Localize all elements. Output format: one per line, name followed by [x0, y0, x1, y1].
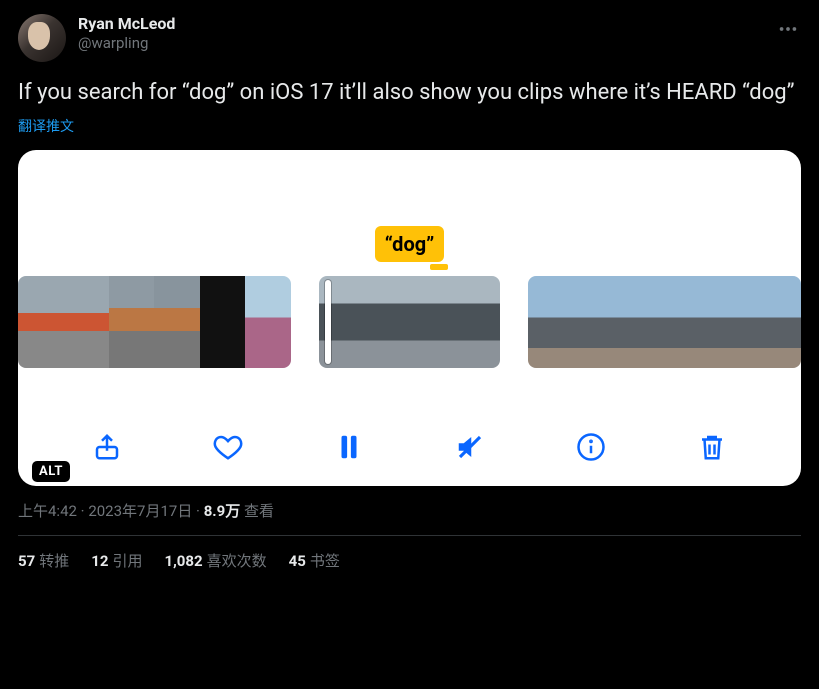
clip-thumb	[364, 276, 409, 368]
clip-thumb	[410, 276, 455, 368]
clip-group[interactable]	[319, 276, 501, 368]
clip-thumb	[574, 276, 619, 368]
translate-link[interactable]: 翻译推文	[18, 116, 74, 136]
pause-button[interactable]	[332, 430, 366, 464]
clip-thumb	[109, 276, 154, 368]
tweet-stats: 57转推 12引用 1,082喜欢次数 45书签	[18, 536, 801, 575]
stat-likes[interactable]: 1,082喜欢次数	[164, 550, 266, 571]
clip-thumb	[245, 276, 290, 368]
clip-thumb	[154, 276, 199, 368]
tweet-date[interactable]: 2023年7月17日	[88, 502, 192, 520]
clip-thumb	[619, 276, 664, 368]
clip-thumb	[200, 276, 245, 368]
stat-retweets[interactable]: 57转推	[18, 550, 69, 571]
handle: @warpling	[78, 34, 175, 53]
clip-thumb	[455, 276, 500, 368]
clip-thumb	[63, 276, 108, 368]
mute-button[interactable]	[453, 430, 487, 464]
clip-thumb	[18, 276, 63, 368]
more-button[interactable]	[775, 14, 801, 44]
tweet-text: If you search for “dog” on iOS 17 it’ll …	[18, 78, 801, 108]
clip-thumb	[710, 276, 755, 368]
tag-tick	[430, 264, 448, 270]
clip-thumb	[665, 276, 710, 368]
search-tag-row: “dog”	[18, 226, 801, 262]
author-names[interactable]: Ryan McLeod @warpling	[78, 14, 175, 53]
stat-quotes[interactable]: 12引用	[91, 550, 142, 571]
tweet-header: Ryan McLeod @warpling	[18, 14, 801, 62]
share-button[interactable]	[90, 430, 124, 464]
like-button[interactable]	[211, 430, 245, 464]
trash-button[interactable]	[695, 430, 729, 464]
video-timeline[interactable]	[18, 276, 801, 368]
playhead[interactable]	[325, 280, 331, 364]
player-toolbar	[18, 430, 801, 464]
info-button[interactable]	[574, 430, 608, 464]
tweet-meta: 上午4:42 2023年7月17日 8.9万 查看	[18, 500, 801, 521]
search-tag: “dog”	[375, 226, 445, 262]
tweet-time[interactable]: 上午4:42	[18, 502, 77, 520]
views-count: 8.9万	[204, 502, 241, 520]
clip-group[interactable]	[528, 276, 801, 368]
clip-thumb	[756, 276, 801, 368]
views-label: 查看	[244, 502, 274, 520]
avatar[interactable]	[18, 14, 66, 62]
stat-bookmarks[interactable]: 45书签	[289, 550, 340, 571]
media-card[interactable]: “dog”	[18, 150, 801, 486]
display-name: Ryan McLeod	[78, 14, 175, 34]
tweet: Ryan McLeod @warpling If you search for …	[0, 0, 819, 583]
clip-thumb	[528, 276, 573, 368]
clip-group[interactable]	[18, 276, 291, 368]
alt-badge[interactable]: ALT	[32, 461, 70, 482]
